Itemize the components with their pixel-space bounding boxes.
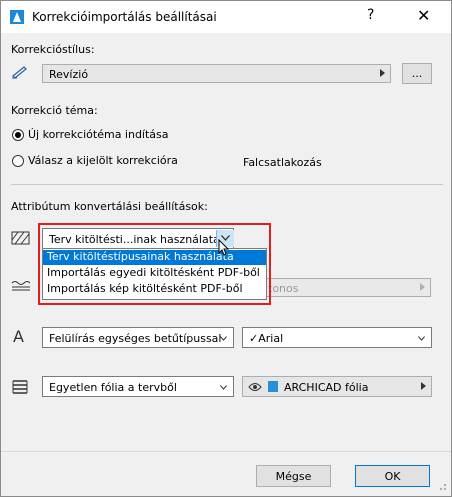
attr-label: Attribútum konvertálási beállítások:	[11, 200, 208, 213]
radio-reply-topic-label: Válasz a kijelölt korrekcióra	[28, 154, 178, 167]
highlight-box	[38, 223, 271, 305]
style-value: Revízió	[49, 68, 89, 81]
ok-button[interactable]: OK	[355, 465, 430, 487]
title-bar: Korrekcióimportálás beállításai ? ✕	[1, 1, 451, 33]
dialog-window: Korrekcióimportálás beállításai ? ✕ Korr…	[0, 0, 452, 497]
font-name-value: ✓Arial	[249, 332, 283, 345]
check-icon: ✓	[249, 332, 259, 345]
layer-mode-value: Egyetlen fólia a tervből	[49, 381, 177, 394]
pen-icon	[11, 65, 29, 79]
chevron-down-icon	[418, 336, 425, 341]
arrow-right-icon	[420, 283, 425, 291]
font-name-label: Arial	[258, 332, 284, 345]
selected-topic-name: Falcsatlakozás	[243, 156, 322, 169]
font-name-combo[interactable]: ✓Arial	[242, 327, 432, 348]
arrow-right-icon	[421, 382, 426, 390]
surface-field-value: tonos	[268, 282, 299, 295]
fill-hatch-icon	[11, 230, 31, 246]
archicad-app-icon	[9, 9, 25, 25]
font-mode-value: Felülírás egységes betűtípussal	[49, 332, 222, 345]
layer-mode-combo[interactable]: Egyetlen fólia a tervből	[42, 376, 234, 397]
layers-icon	[11, 377, 29, 395]
browse-button[interactable]: ...	[402, 63, 432, 84]
cancel-button[interactable]: Mégse	[256, 465, 331, 487]
font-icon: A	[13, 327, 24, 346]
dialog-title: Korrekcióimportálás beállításai	[32, 10, 217, 24]
radio-new-topic-label: Új korrekciótéma indítása	[28, 128, 169, 141]
radio-new-topic[interactable]	[12, 129, 24, 141]
surface-icon	[11, 280, 31, 292]
style-label: Korrekcióstílus:	[11, 43, 95, 56]
browse-button-label: ...	[411, 67, 423, 80]
layer-selector[interactable]: ARCHICAD fólia	[242, 376, 432, 397]
arrow-right-icon	[380, 69, 385, 77]
topic-label: Korrekció téma:	[11, 104, 98, 117]
surface-field-disabled: tonos	[245, 278, 431, 297]
radio-reply-topic[interactable]	[12, 155, 24, 167]
layer-value: ARCHICAD fólia	[284, 381, 369, 394]
layer-color-icon	[268, 381, 278, 392]
chevron-down-icon	[220, 336, 227, 341]
chevron-down-icon	[220, 385, 227, 390]
cancel-button-label: Mégse	[275, 470, 312, 483]
footer-separator	[1, 451, 451, 452]
ok-button-label: OK	[384, 470, 401, 483]
separator	[11, 184, 443, 185]
resize-grip-icon[interactable]	[437, 481, 447, 494]
eye-icon	[248, 382, 262, 395]
help-button[interactable]: ?	[367, 7, 374, 23]
style-selector[interactable]: Revízió	[42, 64, 391, 83]
font-mode-combo[interactable]: Felülírás egységes betűtípussal	[42, 327, 234, 348]
close-button[interactable]: ✕	[417, 6, 430, 25]
